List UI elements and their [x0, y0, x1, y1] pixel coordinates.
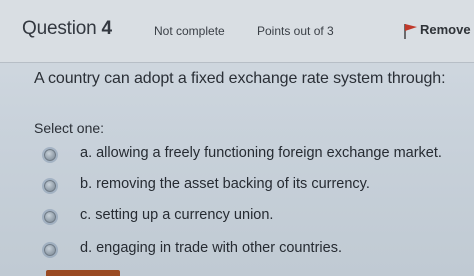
quiz-page: Question 4 Not complete Points out of 3 … [0, 0, 474, 276]
radio-button-c[interactable] [44, 211, 56, 223]
question-info-header: Question 4 Not complete Points out of 3 … [0, 0, 474, 63]
answer-option-a-label[interactable]: a. allowing a freely functioning foreign… [80, 145, 442, 161]
answer-option-c-label[interactable]: c. setting up a currency union. [80, 207, 273, 223]
radio-button-a[interactable] [44, 149, 56, 161]
answer-option-a[interactable]: a. allowing a freely functioning foreign… [40, 144, 460, 168]
question-title: Question 4 [22, 18, 112, 40]
answer-option-b[interactable]: b. removing the asset backing of its cur… [40, 175, 460, 199]
navigation-button[interactable] [46, 270, 120, 276]
radio-button-b[interactable] [44, 180, 56, 192]
answer-option-b-label[interactable]: b. removing the asset backing of its cur… [80, 176, 370, 192]
select-prompt: Select one: [34, 120, 105, 136]
remove-flag-link[interactable]: Remove f [420, 22, 474, 37]
question-text: A country can adopt a fixed exchange rat… [34, 70, 446, 87]
completion-status: Not complete [154, 24, 225, 38]
radio-button-d[interactable] [44, 244, 56, 256]
points-info: Points out of 3 [257, 24, 334, 38]
question-number: 4 [101, 18, 113, 39]
answer-option-d[interactable]: d. engaging in trade with other countrie… [40, 239, 460, 263]
answer-option-c[interactable]: c. setting up a currency union. [40, 206, 460, 230]
flag-icon[interactable] [402, 22, 418, 40]
answer-option-d-label[interactable]: d. engaging in trade with other countrie… [80, 240, 342, 256]
question-label: Question [22, 18, 97, 39]
